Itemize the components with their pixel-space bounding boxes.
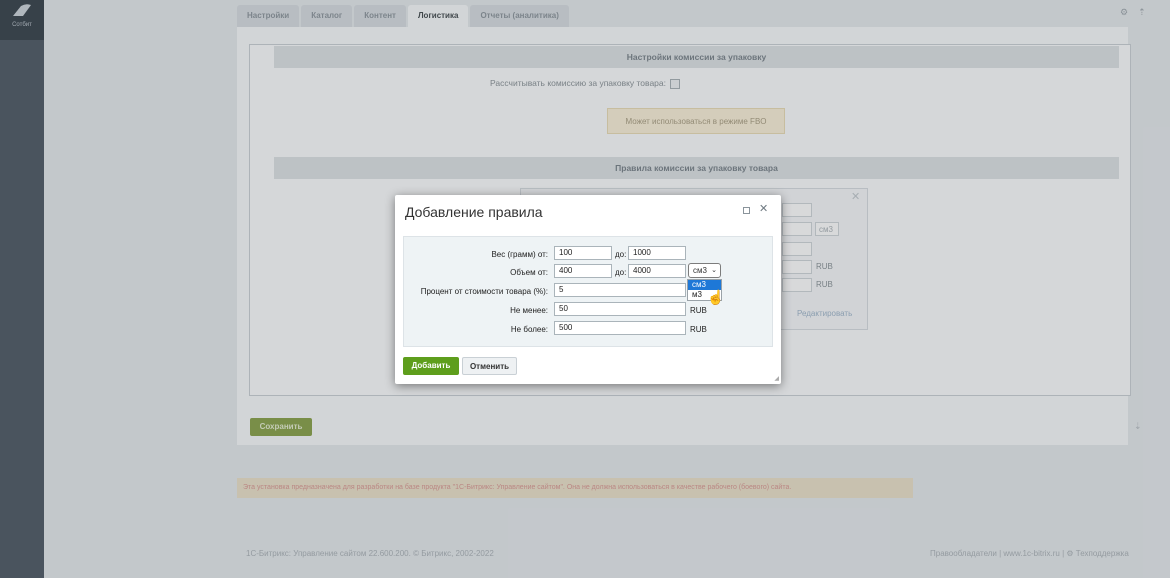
max-label: Не более: bbox=[510, 325, 548, 334]
maximize-icon[interactable] bbox=[743, 207, 750, 214]
weight-from-input[interactable]: 100 bbox=[554, 246, 612, 260]
min-label: Не менее: bbox=[510, 306, 548, 315]
volume-to-input[interactable]: 4000 bbox=[628, 264, 686, 278]
chevron-down-icon: ⌄ bbox=[711, 267, 717, 274]
volume-label: Объем от: bbox=[510, 268, 548, 277]
dialog-title: Добавление правила bbox=[405, 204, 543, 220]
volume-unit-select[interactable]: см3 ⌄ bbox=[688, 263, 721, 278]
min-currency: RUB bbox=[690, 306, 707, 315]
volume-from-input[interactable]: 400 bbox=[554, 264, 612, 278]
hand-cursor-icon: ☝ bbox=[707, 289, 725, 305]
weight-label: Вес (грамм) от: bbox=[491, 250, 548, 259]
cancel-button[interactable]: Отменить bbox=[462, 357, 517, 375]
percent-input[interactable]: 5 bbox=[554, 283, 686, 297]
volume-unit-selected: см3 bbox=[693, 266, 707, 275]
to-label: до: bbox=[615, 250, 627, 259]
max-currency: RUB bbox=[690, 325, 707, 334]
weight-to-input[interactable]: 1000 bbox=[628, 246, 686, 260]
resize-handle-icon[interactable]: ◢ bbox=[774, 375, 779, 382]
min-input[interactable]: 50 bbox=[554, 302, 686, 316]
max-input[interactable]: 500 bbox=[554, 321, 686, 335]
percent-label: Процент от стоимости товара (%): bbox=[420, 287, 548, 296]
to-label: до: bbox=[615, 268, 627, 277]
add-button[interactable]: Добавить bbox=[403, 357, 459, 375]
add-rule-dialog: Добавление правила ✕ Вес (грамм) от: 100… bbox=[395, 195, 781, 384]
close-icon[interactable]: ✕ bbox=[759, 202, 768, 215]
